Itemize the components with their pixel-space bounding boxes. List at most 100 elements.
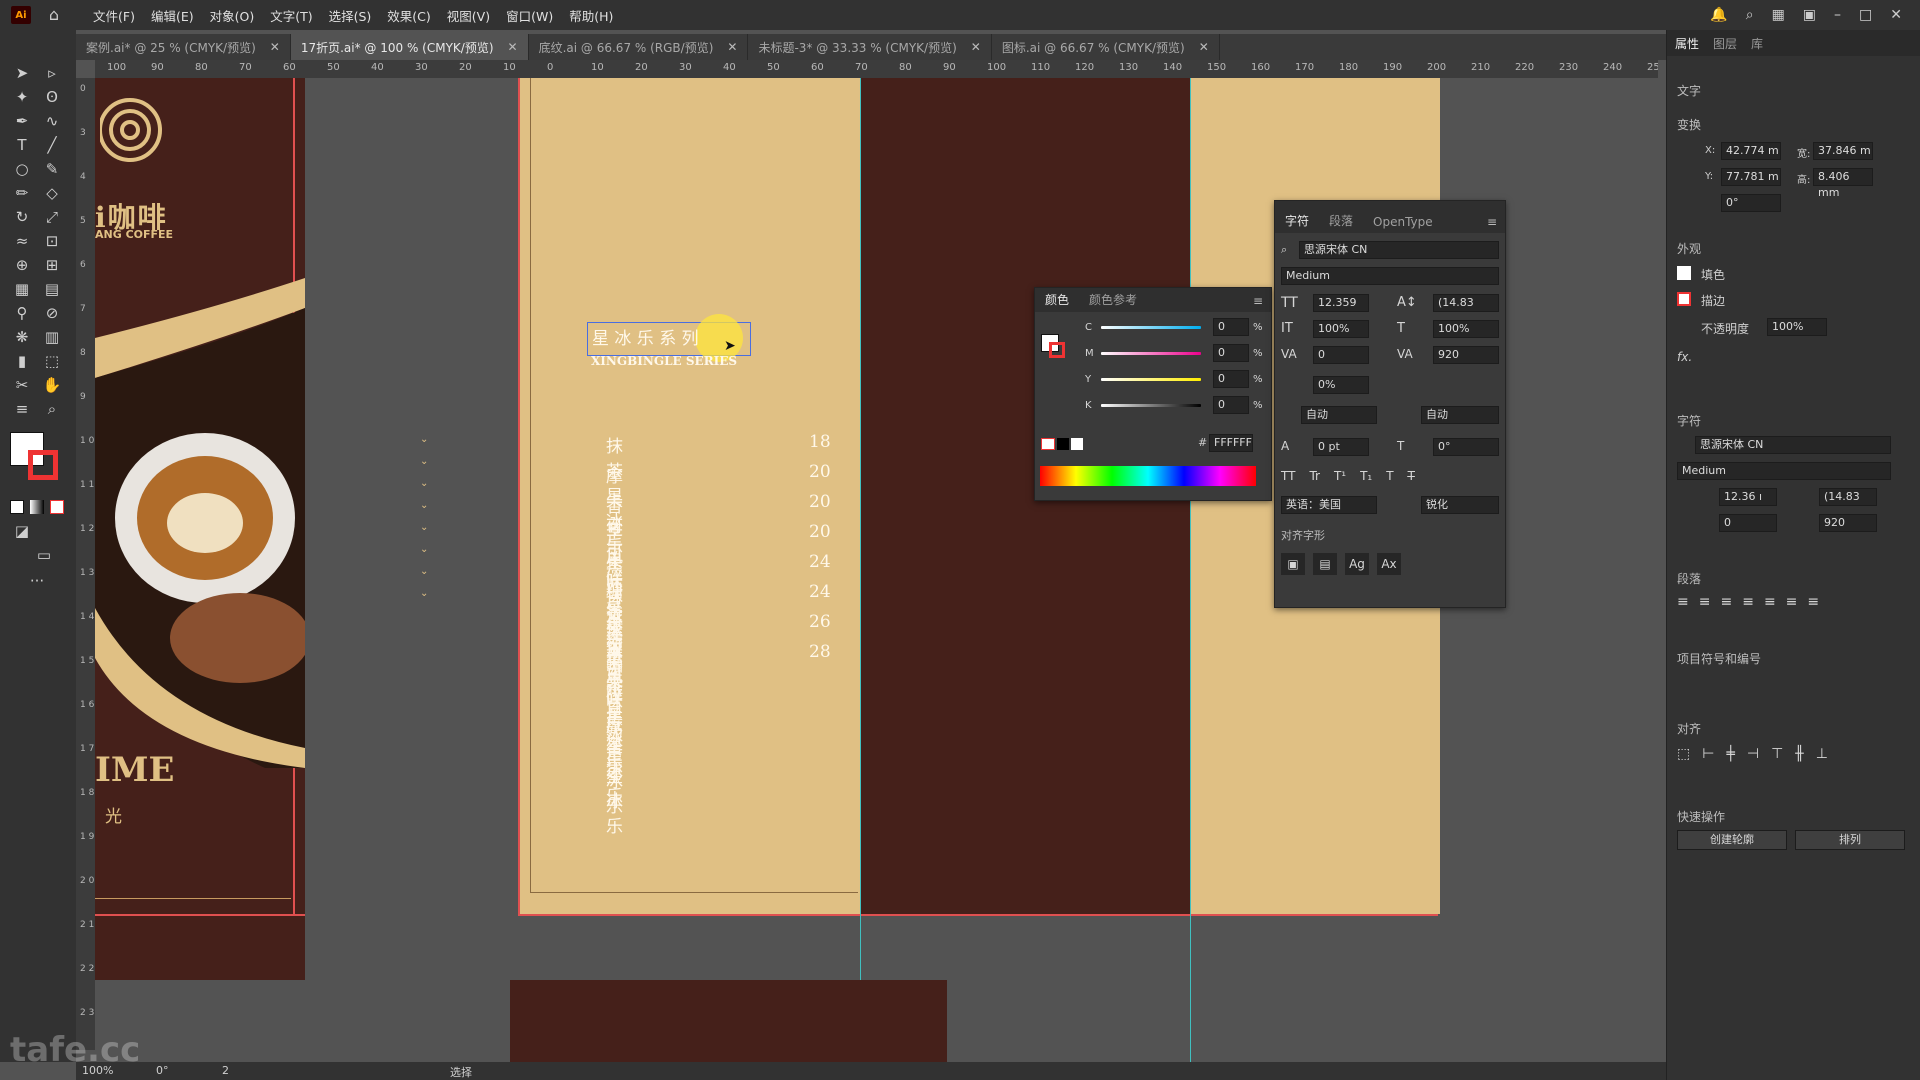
color-spectrum[interactable]: [1040, 466, 1256, 486]
menu-item-price[interactable]: 20: [809, 462, 831, 482]
channel-slider[interactable]: [1101, 404, 1201, 407]
channel-value-field[interactable]: 0: [1213, 370, 1249, 388]
strikethrough-icon[interactable]: T̶: [1408, 469, 1415, 483]
magic-wand-icon[interactable]: ✦: [11, 86, 33, 108]
glyph-bounds-icon[interactable]: Ag: [1345, 553, 1369, 575]
shape-builder-icon[interactable]: ⊕: [11, 254, 33, 276]
align-obj-left-icon[interactable]: ⊢: [1702, 746, 1714, 762]
align-right-icon[interactable]: ≡: [1720, 594, 1732, 610]
color-mode-icon[interactable]: [10, 500, 24, 514]
blend-icon[interactable]: ⊘: [41, 302, 63, 324]
props-kerning-field[interactable]: 0: [1719, 514, 1777, 532]
align-obj-hcenter-icon[interactable]: ╪: [1726, 746, 1734, 762]
series-title[interactable]: 星 冰 乐 系 列: [592, 324, 699, 349]
none-mode-icon[interactable]: [50, 500, 64, 514]
tab-libraries[interactable]: 库: [1751, 35, 1763, 52]
menu-item[interactable]: 选择(S): [321, 6, 380, 25]
font-family-field[interactable]: 思源宋体 CN: [1299, 241, 1499, 259]
kerning-field[interactable]: 0: [1313, 346, 1369, 364]
tab-layers[interactable]: 图层: [1713, 35, 1737, 52]
white-swatch[interactable]: [1071, 438, 1083, 450]
more-tools-icon[interactable]: ···: [26, 570, 48, 592]
channel-value-field[interactable]: 0: [1213, 344, 1249, 362]
gradient-mode-icon[interactable]: [30, 500, 44, 514]
aki-left-field[interactable]: 自动: [1301, 406, 1377, 424]
draw-mode-icon[interactable]: ◪: [11, 520, 33, 542]
warp-icon[interactable]: ≈: [11, 230, 33, 252]
tsume-field[interactable]: 0%: [1313, 376, 1369, 394]
close-tab-icon[interactable]: ✕: [508, 40, 518, 54]
mesh-icon[interactable]: ▦: [11, 278, 33, 300]
font-style-field[interactable]: Medium: [1281, 267, 1499, 285]
type-tool-icon[interactable]: T: [11, 134, 33, 156]
align-tool-icon[interactable]: ≡: [11, 398, 33, 420]
menu-item-price[interactable]: 20: [809, 522, 831, 542]
menu-item[interactable]: 对象(O): [202, 6, 263, 25]
justify-center-icon[interactable]: ≡: [1764, 594, 1776, 610]
align-to-icon[interactable]: ⬚: [1677, 746, 1690, 762]
menu-item-price[interactable]: 24: [809, 582, 831, 602]
scale-icon[interactable]: ⤢: [41, 206, 63, 228]
slice-icon[interactable]: ✂: [11, 374, 33, 396]
subscript-icon[interactable]: T₁: [1360, 469, 1372, 483]
justify-left-icon[interactable]: ≡: [1742, 594, 1754, 610]
superscript-icon[interactable]: T¹: [1334, 469, 1346, 483]
menu-item-price[interactable]: 28: [809, 642, 831, 662]
eyedropper-icon[interactable]: ⚲: [11, 302, 33, 324]
series-subtitle[interactable]: XINGBINGLE SERIES: [591, 354, 737, 368]
font-size-field[interactable]: 12.359: [1313, 294, 1369, 312]
arrange-button[interactable]: 排列: [1795, 830, 1905, 850]
workspace-icon[interactable]: ▦: [1772, 7, 1785, 23]
gradient-icon[interactable]: ▤: [41, 278, 63, 300]
align-obj-right-icon[interactable]: ⊣: [1747, 746, 1759, 762]
pen-tool-icon[interactable]: ✒: [11, 110, 33, 132]
tab-paragraph[interactable]: 段落: [1319, 212, 1363, 233]
perspective-icon[interactable]: ⊞: [41, 254, 63, 276]
height-field[interactable]: 8.406 mm: [1813, 168, 1873, 199]
zoom-icon[interactable]: ⌕: [41, 398, 63, 420]
y-field[interactable]: 77.781 m: [1721, 168, 1781, 186]
artboard-number-field[interactable]: 2: [222, 1064, 229, 1077]
language-field[interactable]: 英语：美国: [1281, 496, 1377, 514]
artboard-tool-icon[interactable]: ⬚: [41, 350, 63, 372]
selection-tool-icon[interactable]: ➤: [11, 62, 33, 84]
aki-right-field[interactable]: 自动: [1421, 406, 1499, 424]
align-center-icon[interactable]: ≡: [1699, 594, 1711, 610]
rotation-field[interactable]: 0°: [1433, 438, 1499, 456]
all-caps-icon[interactable]: TT: [1281, 469, 1295, 483]
panel-menu-icon[interactable]: ≡: [1487, 215, 1505, 233]
column-graph-icon[interactable]: ▥: [41, 326, 63, 348]
channel-value-field[interactable]: 0: [1213, 396, 1249, 414]
document-tab[interactable]: 未标题-3* @ 33.33 % (CMYK/预览) ✕: [748, 34, 992, 60]
underline-icon[interactable]: T: [1386, 469, 1393, 483]
font-search-icon[interactable]: ⌕: [1281, 243, 1287, 257]
hand-icon[interactable]: ✋: [41, 374, 63, 396]
channel-slider[interactable]: [1101, 378, 1201, 381]
channel-slider[interactable]: [1101, 326, 1201, 329]
close-icon[interactable]: ✕: [1890, 7, 1902, 23]
vscale-field[interactable]: 100%: [1313, 320, 1369, 338]
x-field[interactable]: 42.774 m: [1721, 142, 1781, 160]
tab-properties[interactable]: 属性: [1675, 35, 1699, 52]
symbol-sprayer-icon[interactable]: ❋: [11, 326, 33, 348]
props-weight-field[interactable]: Medium: [1677, 462, 1891, 480]
paintbrush-icon[interactable]: ✎: [41, 158, 63, 180]
tab-character[interactable]: 字符: [1275, 212, 1319, 233]
graph-icon[interactable]: ▮: [11, 350, 33, 372]
rotate-icon[interactable]: ↻: [11, 206, 33, 228]
em-box-icon[interactable]: ▣: [1281, 553, 1305, 575]
menu-item[interactable]: 窗口(W): [498, 6, 561, 25]
props-leading-field[interactable]: (14.83: [1819, 488, 1877, 506]
eraser-icon[interactable]: ◇: [41, 182, 63, 204]
document-tab[interactable]: 图标.ai @ 66.67 % (CMYK/预览) ✕: [992, 34, 1220, 60]
props-font-field[interactable]: 思源宋体 CN: [1695, 436, 1891, 454]
minimize-icon[interactable]: –: [1834, 7, 1841, 23]
home-icon[interactable]: ⌂: [45, 6, 63, 24]
align-obj-top-icon[interactable]: ⊤: [1771, 746, 1783, 762]
close-tab-icon[interactable]: ✕: [270, 40, 280, 54]
create-outlines-button[interactable]: 创建轮廓: [1677, 830, 1787, 850]
baseline-align-icon[interactable]: Ax: [1377, 553, 1401, 575]
menu-item[interactable]: 文件(F): [85, 6, 143, 25]
ellipse-tool-icon[interactable]: ○: [11, 158, 33, 180]
curvature-tool-icon[interactable]: ∿: [41, 110, 63, 132]
